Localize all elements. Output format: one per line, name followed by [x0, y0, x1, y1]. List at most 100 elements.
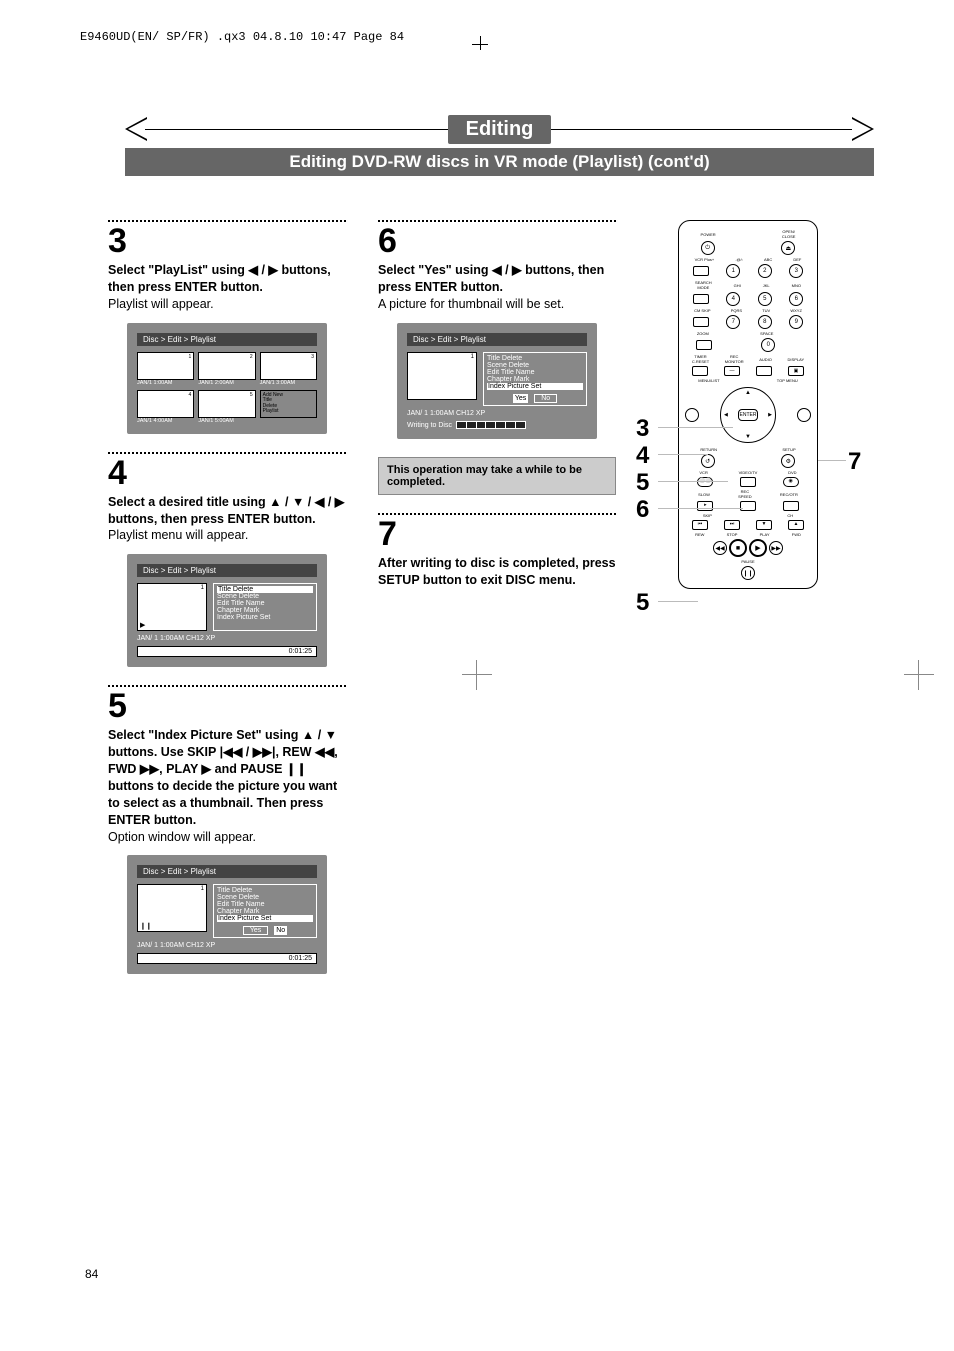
chevron-right-icon [852, 117, 874, 141]
callout-number: 4 [636, 442, 649, 470]
ch-down-icon: ▼ [756, 520, 772, 530]
menu-list: Title Delete Scene Delete Edit Title Nam… [213, 583, 317, 631]
rule-line [537, 129, 854, 130]
screen-title-menu: Disc > Edit > Playlist 1▶ Title Delete S… [127, 554, 327, 667]
step-number: 7 [378, 517, 616, 551]
eject-icon: ⏏ [781, 241, 795, 255]
callout-number: 5 [636, 589, 649, 617]
skip-fwd-icon: ⏭ [724, 520, 740, 530]
top-menu-icon [797, 408, 811, 422]
registration-mark-icon [904, 660, 934, 690]
ch-up-icon: ▲ [788, 520, 804, 530]
callout-number: 7 [848, 448, 861, 476]
grid-cell: 4JAN/1 4:00AM [137, 390, 194, 424]
fwd-icon: ▶▶ [769, 541, 783, 555]
progress-bar: 0:01:25 [137, 953, 317, 964]
callout-line [658, 508, 743, 509]
power-icon: ⏻ [701, 241, 715, 255]
thumbnail-grid: 1JAN/1 1:00AM 2JAN/1 2:00AM 3JAN/1 3:00A… [137, 352, 317, 424]
preview-thumbnail: 1▶ [137, 583, 207, 631]
d-pad: ◀ENTER▶ [720, 387, 776, 443]
step-instruction: Select "Yes" using ◀ / ▶ buttons, then p… [378, 263, 604, 294]
rew-icon: ◀◀ [713, 541, 727, 555]
dvd-icon: ◉ [783, 477, 799, 487]
setup-icon: ⚙ [781, 454, 795, 468]
callout-number: 5 [636, 469, 649, 497]
callout-number: 3 [636, 415, 649, 443]
dotted-rule [108, 452, 346, 454]
step-result: A picture for thumbnail will be set. [378, 297, 564, 311]
chevron-left-icon [125, 117, 147, 141]
info-line: JAN/ 1 1:00AM CH12 XP [407, 410, 587, 417]
menu-list: Title Delete Scene Delete Edit Title Nam… [483, 352, 587, 406]
source-file-header: E9460UD(EN/ SP/FR) .qx3 04.8.10 10:47 Pa… [80, 30, 404, 44]
screen-breadcrumb: Disc > Edit > Playlist [137, 333, 317, 346]
column-remote: POWEROPEN/ CLOSE ⏻⏏ VCR Plus+.@/:ABCDEF … [648, 220, 848, 992]
stop-icon: ■ [729, 539, 747, 557]
preview-thumbnail: 1 [407, 352, 477, 400]
step-text: Select "Index Picture Set" using ▲ / ▼ b… [108, 727, 346, 845]
step-instruction: Select "PlayList" using ◀ / ▶ buttons, t… [108, 263, 331, 294]
info-line: JAN/ 1 1:00AM CH12 XP [137, 942, 317, 949]
step-result: Playlist menu will appear. [108, 528, 248, 542]
writing-line: Writing to Disc [407, 421, 587, 429]
step-number: 5 [108, 689, 346, 723]
step-result: Playlist will appear. [108, 297, 214, 311]
column-middle: 6 Select "Yes" using ◀ / ▶ buttons, then… [378, 220, 616, 992]
content-area: 3 Select "PlayList" using ◀ / ▶ buttons,… [108, 220, 874, 992]
step-number: 4 [108, 456, 346, 490]
column-left: 3 Select "PlayList" using ◀ / ▶ buttons,… [108, 220, 346, 992]
step-result: Option window will appear. [108, 830, 256, 844]
screen-breadcrumb: Disc > Edit > Playlist [137, 865, 317, 878]
step-text: Select a desired title using ▲ / ▼ / ◀ /… [108, 494, 346, 545]
step-text: After writing to disc is completed, pres… [378, 555, 616, 589]
callout-line [658, 427, 733, 428]
dotted-rule [378, 220, 616, 222]
pause-icon: ❙❙ [741, 566, 755, 580]
dotted-rule [108, 220, 346, 222]
return-icon: ↺ [701, 454, 715, 468]
slow-icon: ▸ [697, 501, 713, 511]
callout-line [658, 454, 708, 455]
remote-control-diagram: POWEROPEN/ CLOSE ⏻⏏ VCR Plus+.@/:ABCDEF … [678, 220, 818, 589]
screen-breadcrumb: Disc > Edit > Playlist [407, 333, 587, 346]
yes-no-row: YesNo [217, 926, 313, 935]
step-number: 6 [378, 224, 616, 258]
hyphen-icon: — [724, 366, 740, 376]
step-text: Select "Yes" using ◀ / ▶ buttons, then p… [378, 262, 616, 313]
dotted-rule [378, 513, 616, 515]
menu-list: Title Delete Scene Delete Edit Title Nam… [213, 884, 317, 938]
screen-playlist-grid: Disc > Edit > Playlist 1JAN/1 1:00AM 2JA… [127, 323, 327, 434]
writing-progress-icon [456, 421, 526, 429]
callout-line [658, 601, 698, 602]
yes-no-row: YesNo [487, 394, 583, 403]
preview-thumbnail: 1❙❙ [137, 884, 207, 932]
step-text: Select "PlayList" using ◀ / ▶ buttons, t… [108, 262, 346, 313]
progress-bar: 0:01:25 [137, 646, 317, 657]
screen-breadcrumb: Disc > Edit > Playlist [137, 564, 317, 577]
callout-line [658, 481, 728, 482]
callout-line [818, 460, 846, 461]
crop-mark-icon [472, 20, 492, 45]
info-line: JAN/ 1 1:00AM CH12 XP [137, 635, 317, 642]
play-icon: ▶ [749, 539, 767, 557]
grid-cell: 2JAN/1 2:00AM [198, 352, 255, 386]
enter-button: ENTER [738, 409, 758, 421]
grid-cell: 3JAN/1 3:00AM [260, 352, 317, 386]
menu-icon [685, 408, 699, 422]
callout-number: 6 [636, 496, 649, 524]
page-title-banner: Editing [125, 115, 874, 143]
note-box: This operation may take a while to be co… [378, 457, 616, 495]
add-new-cell: Add NewTitleDeletePlaylist [260, 390, 317, 418]
screen-option-window: Disc > Edit > Playlist 1❙❙ Title Delete … [127, 855, 327, 974]
page-number: 84 [85, 1267, 98, 1281]
page-title: Editing [448, 115, 552, 144]
step-instruction: Select "Index Picture Set" using ▲ / ▼ b… [108, 728, 338, 826]
screen-writing: Disc > Edit > Playlist 1 Title Delete Sc… [397, 323, 597, 439]
page-subtitle: Editing DVD-RW discs in VR mode (Playlis… [125, 148, 874, 176]
display-icon: ▣ [788, 366, 804, 376]
grid-cell: 5JAN/1 5:00AM [198, 390, 255, 424]
rule-line [145, 129, 462, 130]
step-number: 3 [108, 224, 346, 258]
grid-cell: 1JAN/1 1:00AM [137, 352, 194, 386]
